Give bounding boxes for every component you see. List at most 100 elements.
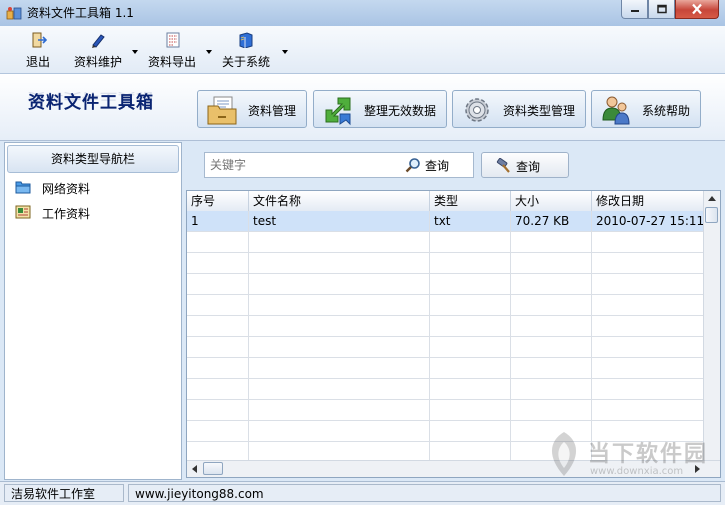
grid-line	[248, 400, 249, 421]
empty-table-row	[187, 337, 704, 358]
grid-line	[429, 253, 430, 274]
folder-manage-icon	[207, 96, 237, 125]
minimize-icon	[630, 10, 639, 12]
column-header-type[interactable]: 类型	[430, 191, 511, 211]
menu-about-system-label: 关于系统	[222, 55, 271, 69]
grid-line	[429, 400, 430, 421]
query-button[interactable]: 查询	[481, 152, 569, 178]
folder-icon	[15, 181, 31, 194]
grid-line	[510, 316, 511, 337]
grid-line	[248, 316, 249, 337]
data-management-button[interactable]: 资料管理	[197, 90, 307, 128]
menu-exit-label: 退出	[26, 55, 51, 69]
column-header-size[interactable]: 大小	[511, 191, 592, 211]
data-type-management-button[interactable]: 资料类型管理	[452, 90, 586, 128]
close-button[interactable]	[675, 0, 719, 19]
inline-search-button[interactable]: 查询	[405, 155, 467, 175]
grid-line	[591, 358, 592, 379]
vertical-scrollbar[interactable]	[703, 191, 720, 461]
column-header-index[interactable]: 序号	[187, 191, 249, 211]
system-help-button[interactable]: 系统帮助	[591, 90, 701, 128]
empty-table-row	[187, 274, 704, 295]
minimize-button[interactable]	[621, 0, 648, 19]
banner: 资料文件工具箱 资料文件工具箱 资料管理 整理无效数据 资料类型管理 系统帮助	[0, 74, 725, 141]
data-type-management-label: 资料类型管理	[503, 104, 576, 118]
grid-line	[429, 232, 430, 253]
exit-icon	[32, 32, 47, 48]
export-icon	[166, 32, 180, 48]
gear-icon	[465, 98, 489, 122]
grid-line	[510, 295, 511, 316]
vertical-scroll-thumb[interactable]	[705, 207, 718, 223]
app-logo-icon	[6, 7, 22, 20]
scroll-up-icon[interactable]	[708, 196, 716, 201]
pen-icon	[92, 34, 105, 48]
hammer-icon	[496, 158, 510, 173]
magnifier-icon	[405, 158, 420, 173]
card-icon	[15, 205, 31, 219]
grid-line	[591, 295, 592, 316]
nav-item-work-data-label: 工作资料	[42, 207, 91, 221]
close-icon	[692, 3, 702, 15]
grid-line	[429, 421, 430, 442]
empty-table-row	[187, 316, 704, 337]
grid-line	[591, 274, 592, 295]
grid-line	[248, 421, 249, 442]
grid-line	[591, 232, 592, 253]
maximize-button[interactable]	[648, 0, 675, 19]
cell-index: 1	[187, 211, 249, 231]
grid-line	[429, 316, 430, 337]
horizontal-scroll-thumb[interactable]	[203, 462, 223, 475]
grid-line	[510, 400, 511, 421]
grid-line	[248, 358, 249, 379]
type-navigation-panel: 资料类型导航栏 网络资料 工作资料	[4, 142, 182, 480]
users-help-icon	[602, 96, 630, 125]
cleanup-invalid-data-button[interactable]: 整理无效数据	[313, 90, 447, 128]
cell-filename: test	[249, 211, 430, 231]
brand-reflection: 资料文件工具箱	[28, 90, 154, 102]
empty-table-row	[187, 253, 704, 274]
grid-line	[510, 274, 511, 295]
empty-table-row	[187, 358, 704, 379]
table-row[interactable]: 1 test txt 70.27 KB 2010-07-27 15:11:4	[187, 211, 704, 232]
menu-about-system[interactable]: 关于系统	[220, 30, 290, 70]
cell-modified: 2010-07-27 15:11:4	[596, 214, 704, 228]
watermark-text: 当下软件园	[588, 442, 709, 467]
empty-table-row	[187, 295, 704, 316]
nav-item-network-data-label: 网络资料	[42, 182, 91, 196]
scroll-left-icon[interactable]	[192, 465, 197, 473]
navigation-header: 资料类型导航栏	[7, 145, 179, 173]
grid-line	[248, 253, 249, 274]
watermark-logo-icon	[551, 432, 577, 476]
nav-item-network-data[interactable]: 网络资料	[15, 178, 135, 198]
chevron-down-icon	[132, 50, 138, 54]
grid-line	[248, 337, 249, 358]
menu-data-maintenance[interactable]: 资料维护	[72, 30, 140, 70]
menu-exit[interactable]: 退出	[22, 30, 58, 70]
nav-item-work-data[interactable]: 工作资料	[15, 203, 135, 223]
status-url: www.jieyitong88.com	[128, 484, 721, 502]
menu-data-maintenance-label: 资料维护	[74, 55, 123, 69]
grid-line	[429, 295, 430, 316]
menu-toolbar: 退出 资料维护 资料导出 关于系统	[0, 26, 725, 74]
grid-line	[248, 295, 249, 316]
column-header-modified[interactable]: 修改日期	[592, 191, 704, 211]
data-management-label: 资料管理	[248, 104, 297, 118]
empty-table-row	[187, 400, 704, 421]
menu-data-export[interactable]: 资料导出	[146, 30, 214, 70]
table-header: 序号 文件名称 类型 大小 修改日期	[187, 191, 704, 212]
chevron-down-icon	[206, 50, 212, 54]
cleanup-invalid-data-label: 整理无效数据	[364, 104, 437, 118]
grid-line	[591, 400, 592, 421]
window-title: 资料文件工具箱 1.1	[27, 6, 134, 20]
menu-data-export-label: 资料导出	[148, 55, 197, 69]
chevron-down-icon	[282, 50, 288, 54]
grid-line	[248, 379, 249, 400]
grid-line	[591, 316, 592, 337]
grid-line	[510, 379, 511, 400]
grid-line	[429, 358, 430, 379]
grid-line	[429, 337, 430, 358]
grid-line	[429, 274, 430, 295]
column-header-filename[interactable]: 文件名称	[249, 191, 430, 211]
grid-line	[591, 337, 592, 358]
